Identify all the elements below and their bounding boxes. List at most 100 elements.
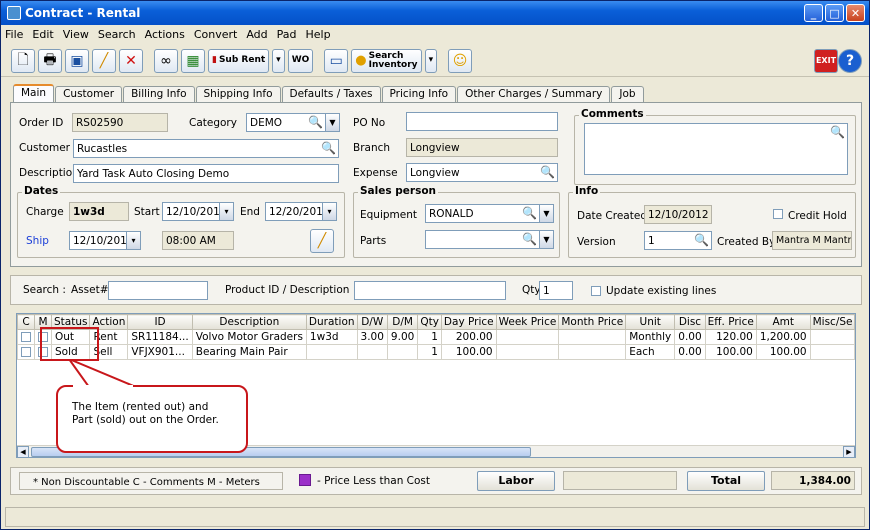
parts-search-icon[interactable]: 🔍: [522, 232, 537, 246]
id-cell[interactable]: SR11184...: [127, 329, 193, 345]
month-price-cell[interactable]: [558, 344, 627, 360]
disc-cell[interactable]: 0.00: [674, 329, 706, 345]
wo-button[interactable]: WO: [287, 48, 314, 73]
misc-cell[interactable]: [809, 344, 855, 360]
start-date-field[interactable]: 12/10/2012 ▾: [162, 202, 234, 221]
col-unit[interactable]: Unit: [625, 314, 676, 330]
menu-search[interactable]: Search: [98, 28, 136, 41]
qty-input[interactable]: 1: [539, 281, 573, 300]
id-cell[interactable]: VFJX901...: [127, 344, 193, 360]
menu-add[interactable]: Add: [246, 28, 267, 41]
dw-cell[interactable]: [356, 344, 388, 360]
menu-actions[interactable]: Actions: [145, 28, 185, 41]
dw-cell[interactable]: 3.00: [356, 329, 388, 345]
scroll-left-icon[interactable]: ◀: [17, 446, 29, 457]
col-id[interactable]: ID: [127, 314, 193, 330]
close-button[interactable]: ✕: [846, 4, 865, 22]
category-search-icon[interactable]: 🔍: [308, 115, 323, 129]
col-eff-price[interactable]: Eff. Price: [704, 314, 757, 330]
row-comment-checkbox[interactable]: [21, 332, 31, 342]
minimize-button[interactable]: _: [804, 4, 823, 22]
customer-field[interactable]: Rucastles 🔍: [73, 139, 339, 158]
ship-link[interactable]: Ship: [26, 235, 49, 247]
col-day-price[interactable]: Day Price: [440, 314, 497, 330]
search-inventory-dropdown-icon[interactable]: ▾: [424, 48, 438, 73]
row-comment-checkbox[interactable]: [21, 347, 31, 357]
maximize-button[interactable]: □: [825, 4, 844, 22]
equipment-dropdown-icon[interactable]: ▼: [539, 205, 553, 222]
col-c[interactable]: C: [17, 314, 35, 330]
monitor-icon[interactable]: ▭: [324, 48, 349, 73]
menu-view[interactable]: View: [63, 28, 89, 41]
delete-icon[interactable]: ✕: [119, 48, 143, 73]
equipment-search-icon[interactable]: 🔍: [522, 206, 537, 220]
comments-field[interactable]: 🔍: [584, 123, 848, 175]
description-field[interactable]: Yard Task Auto Closing Demo: [73, 164, 339, 183]
month-price-cell[interactable]: [558, 329, 627, 345]
customer-search-icon[interactable]: 🔍: [321, 141, 336, 155]
tab-main[interactable]: Main: [13, 84, 55, 103]
sub-rent-dropdown-icon[interactable]: ▾: [272, 48, 285, 73]
update-existing-checkbox[interactable]: [591, 286, 601, 296]
expense-field[interactable]: Longview 🔍: [406, 163, 558, 182]
col-qty[interactable]: Qty: [417, 314, 442, 330]
menu-convert[interactable]: Convert: [194, 28, 238, 41]
category-dropdown-icon[interactable]: ▼: [325, 114, 339, 131]
sub-rent-button[interactable]: ▮ Sub Rent: [208, 48, 270, 73]
po-field[interactable]: [406, 112, 558, 131]
table-row[interactable]: Out Rent SR11184... Volvo Motor Graders …: [17, 329, 855, 345]
help-button[interactable]: ?: [838, 48, 862, 73]
tab-defaults-taxes[interactable]: Defaults / Taxes: [281, 86, 381, 103]
week-price-cell[interactable]: [495, 344, 560, 360]
col-month-price[interactable]: Month Price: [558, 314, 627, 330]
ship-date-field[interactable]: 12/10/2012 ▾: [69, 231, 141, 250]
duration-cell[interactable]: [305, 344, 358, 360]
new-document-icon[interactable]: 🗋: [11, 48, 35, 73]
title-bar[interactable]: Contract - Rental _ □ ✕: [1, 1, 869, 25]
scroll-right-icon[interactable]: ▶: [843, 446, 855, 457]
amt-cell[interactable]: 1,200.00: [755, 329, 811, 345]
duration-cell[interactable]: 1w3d: [305, 329, 358, 345]
menu-edit[interactable]: Edit: [32, 28, 53, 41]
asset-search-input[interactable]: [108, 281, 208, 300]
day-price-cell[interactable]: 100.00: [440, 344, 497, 360]
grid-icon[interactable]: ▦: [181, 48, 205, 73]
tab-billing-info[interactable]: Billing Info: [123, 86, 195, 103]
tab-customer[interactable]: Customer: [55, 86, 123, 103]
equipment-field[interactable]: RONALD 🔍 ▼: [425, 204, 554, 223]
menu-pad[interactable]: Pad: [277, 28, 297, 41]
amt-cell[interactable]: 100.00: [755, 344, 811, 360]
qty-cell[interactable]: 1: [417, 344, 442, 360]
col-misc[interactable]: Misc/Se: [809, 314, 855, 330]
col-dm[interactable]: D/M: [386, 314, 419, 330]
week-price-cell[interactable]: [495, 329, 560, 345]
end-date-field[interactable]: 12/20/2012 ▾: [265, 202, 337, 221]
credit-hold-checkbox[interactable]: [773, 209, 783, 219]
product-search-input[interactable]: [354, 281, 506, 300]
expense-search-icon[interactable]: 🔍: [540, 165, 555, 179]
col-week-price[interactable]: Week Price: [495, 314, 560, 330]
comments-search-icon[interactable]: 🔍: [830, 125, 845, 139]
total-button[interactable]: Total: [687, 471, 765, 491]
binoculars-icon[interactable]: ∞: [154, 48, 178, 73]
disc-cell[interactable]: 0.00: [674, 344, 706, 360]
col-duration[interactable]: Duration: [305, 314, 358, 330]
search-inventory-button[interactable]: ● Search Inventory: [351, 48, 422, 73]
menu-help[interactable]: Help: [306, 28, 331, 41]
tab-job[interactable]: Job: [611, 86, 644, 103]
version-search-icon[interactable]: 🔍: [694, 233, 709, 247]
qty-cell[interactable]: 1: [417, 329, 442, 345]
tab-pricing-info[interactable]: Pricing Info: [381, 86, 457, 103]
row-comment-cell[interactable]: [17, 329, 35, 345]
menu-file[interactable]: File: [5, 28, 23, 41]
save-icon[interactable]: ▣: [65, 48, 89, 73]
parts-field[interactable]: 🔍 ▼: [425, 230, 554, 249]
pencil-icon[interactable]: ╱: [310, 229, 334, 253]
col-amt[interactable]: Amt: [755, 314, 811, 330]
labor-button[interactable]: Labor: [477, 471, 555, 491]
dm-cell[interactable]: 9.00: [386, 329, 419, 345]
start-date-dropdown-icon[interactable]: ▾: [219, 203, 233, 220]
print-icon[interactable]: 🖶: [38, 48, 62, 73]
dm-cell[interactable]: [386, 344, 419, 360]
category-field[interactable]: DEMO 🔍 ▼: [246, 113, 340, 132]
